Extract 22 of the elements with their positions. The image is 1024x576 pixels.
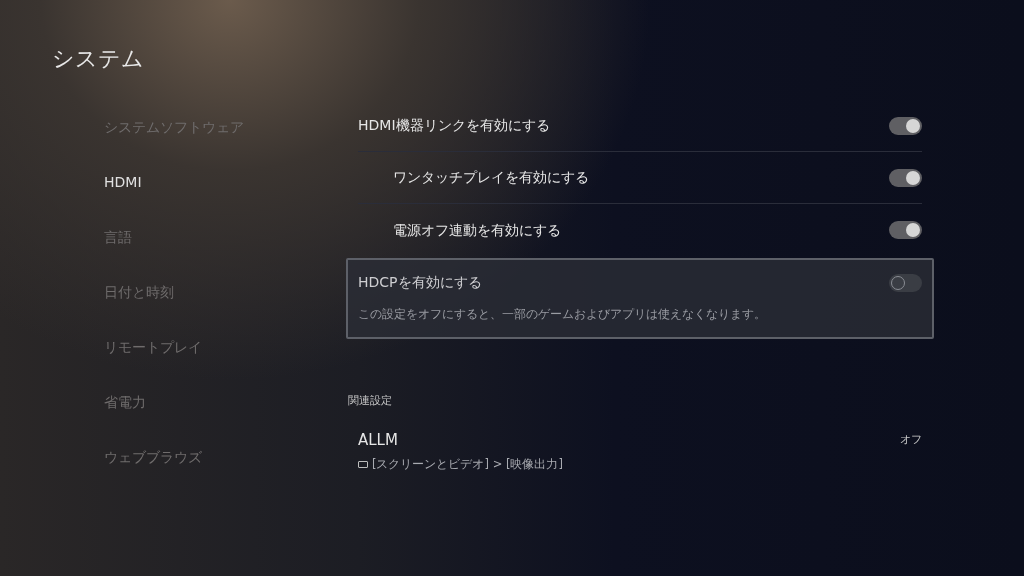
setting-label: HDCPを有効にする bbox=[358, 273, 482, 292]
sidebar-item[interactable]: 日付と時刻 bbox=[104, 282, 174, 303]
toggle-switch[interactable] bbox=[889, 168, 922, 187]
setting-description: この設定をオフにすると、一部のゲームおよびアプリは使えなくなります。 bbox=[358, 307, 766, 321]
settings-path: [スクリーンとビデオ] > [映像出力] bbox=[372, 455, 563, 473]
setting-label: ワンタッチプレイを有効にする bbox=[393, 168, 589, 187]
setting-label: HDMI機器リンクを有効にする bbox=[358, 116, 550, 135]
screen-icon bbox=[358, 460, 368, 468]
sidebar-item[interactable]: 省電力 bbox=[104, 392, 146, 413]
toggle-switch[interactable] bbox=[889, 116, 922, 135]
setting-row-focused[interactable]: HDCPを有効にする この設定をオフにすると、一部のゲームおよびアプリは使えなくなります。 bbox=[346, 258, 934, 339]
page-title: システム bbox=[52, 46, 144, 71]
toggle-switch[interactable] bbox=[889, 221, 922, 239]
section-heading: 関連設定 bbox=[348, 394, 392, 407]
setting-label: 電源オフ連動を有効にする bbox=[393, 220, 561, 240]
sidebar-item[interactable]: 言語 bbox=[104, 227, 132, 248]
toggle-switch[interactable] bbox=[889, 273, 922, 292]
sidebar-item[interactable]: ウェブブラウズ bbox=[104, 447, 202, 468]
sidebar-item[interactable]: リモートプレイ bbox=[104, 337, 202, 358]
sidebar-item[interactable]: HDMI bbox=[104, 172, 142, 193]
setting-value: オフ bbox=[900, 432, 922, 448]
setting-label[interactable]: ALLM bbox=[358, 429, 398, 452]
